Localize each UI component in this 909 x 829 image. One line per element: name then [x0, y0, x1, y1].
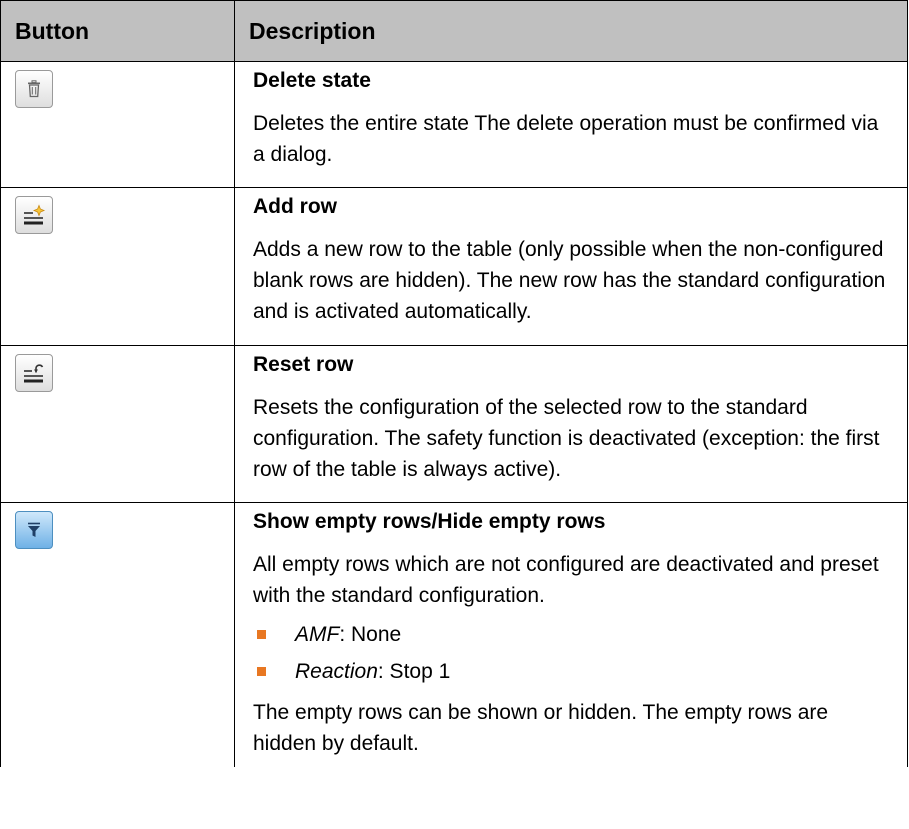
description-cell: Reset row Resets the configuration of th… [234, 345, 908, 503]
add-row-button[interactable] [15, 196, 53, 234]
button-cell [0, 187, 235, 346]
delete-state-button[interactable] [15, 70, 53, 108]
description-cell: Delete state Deletes the entire state Th… [234, 61, 908, 188]
bullet-term: Reaction [295, 660, 378, 683]
description-cell: Show empty rows/Hide empty rows All empt… [234, 502, 908, 767]
filter-icon [28, 522, 40, 537]
bullet-square-icon [257, 667, 266, 676]
bullet-term: AMF [295, 623, 340, 646]
entry-text: All empty rows which are not configured … [253, 553, 879, 607]
entry-text: Adds a new row to the table (only possib… [253, 238, 886, 323]
bullet-list: AMF: None Reaction: Stop 1 [253, 619, 893, 687]
entry-text: Resets the configuration of the selected… [253, 396, 880, 481]
entry-text: Deletes the entire state The delete oper… [253, 112, 879, 166]
header-description: Description [234, 0, 908, 62]
add-row-icon [24, 204, 46, 225]
table-row: Show empty rows/Hide empty rows All empt… [0, 502, 908, 767]
header-button: Button [0, 0, 235, 62]
table-row: Reset row Resets the configuration of th… [0, 345, 908, 503]
entry-title: Reset row [253, 353, 354, 376]
table-row: Add row Adds a new row to the table (onl… [0, 187, 908, 346]
bullet-value: : None [339, 623, 402, 646]
button-description-table: Button Description Delete state Deletes … [0, 0, 908, 767]
table-header-row: Button Description [0, 0, 908, 62]
show-hide-empty-rows-button[interactable] [15, 511, 53, 549]
bullet-square-icon [257, 630, 266, 639]
entry-title: Show empty rows/Hide empty rows [253, 510, 606, 533]
entry-text-2: The empty rows can be shown or hidden. T… [253, 701, 829, 755]
reset-row-button[interactable] [15, 354, 53, 392]
description-cell: Add row Adds a new row to the table (onl… [234, 187, 908, 346]
button-cell [0, 345, 235, 503]
table-row: Delete state Deletes the entire state Th… [0, 61, 908, 188]
entry-title: Delete state [253, 69, 371, 92]
button-cell [0, 502, 235, 767]
list-item: AMF: None [253, 619, 893, 650]
reset-row-icon [24, 364, 44, 383]
list-item: Reaction: Stop 1 [253, 656, 893, 687]
button-cell [0, 61, 235, 188]
trash-icon [28, 80, 40, 98]
bullet-value: : Stop 1 [377, 660, 451, 683]
entry-title: Add row [253, 195, 337, 218]
